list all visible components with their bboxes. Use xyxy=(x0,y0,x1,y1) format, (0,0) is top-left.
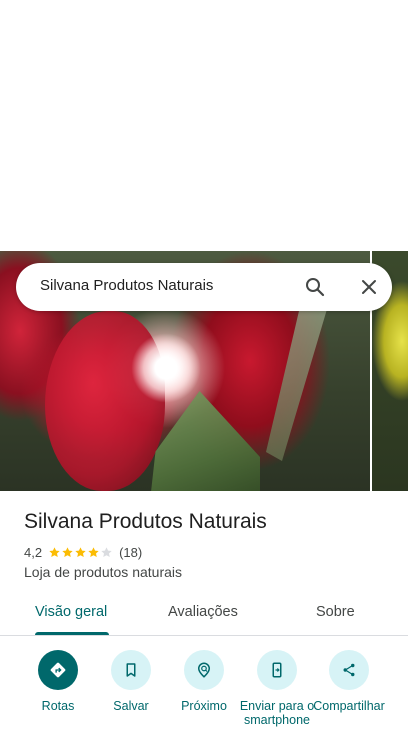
close-icon[interactable] xyxy=(357,275,381,299)
star-empty-icon xyxy=(101,546,112,557)
directions-button[interactable]: Rotas xyxy=(20,650,96,713)
map-area-blank xyxy=(0,0,408,251)
nearby-label: Próximo xyxy=(181,699,227,713)
rating-stars xyxy=(48,546,113,559)
bookmark-icon xyxy=(111,650,151,690)
nearby-button[interactable]: Próximo xyxy=(166,650,242,713)
rating-value: 4,2 xyxy=(24,544,43,560)
star-filled-icon xyxy=(88,546,99,557)
place-category: Loja de produtos naturais xyxy=(24,564,182,580)
search-bar[interactable]: Silvana Produtos Naturais xyxy=(16,263,392,311)
rating-row[interactable]: 4,2 (18) xyxy=(24,543,142,561)
place-title: Silvana Produtos Naturais xyxy=(24,510,267,533)
directions-icon xyxy=(38,650,78,690)
send-to-phone-button[interactable]: Enviar para o smartphone xyxy=(239,650,315,727)
reviews-count[interactable]: (18) xyxy=(119,545,142,560)
share-icon xyxy=(329,650,369,690)
nearby-icon xyxy=(184,650,224,690)
send-to-phone-label: Enviar para o smartphone xyxy=(239,699,315,727)
search-query-text[interactable]: Silvana Produtos Naturais xyxy=(40,277,213,294)
star-filled-icon xyxy=(49,546,60,557)
place-tabs: Visão geral Avaliações Sobre xyxy=(0,594,408,636)
save-label: Salvar xyxy=(113,699,149,713)
tab-about[interactable]: Sobre xyxy=(316,604,355,620)
active-tab-indicator xyxy=(35,632,109,635)
tab-overview[interactable]: Visão geral xyxy=(35,604,107,620)
directions-label: Rotas xyxy=(41,699,75,713)
save-button[interactable]: Salvar xyxy=(93,650,169,713)
star-filled-icon xyxy=(62,546,73,557)
tab-reviews[interactable]: Avaliações xyxy=(168,604,238,620)
photo-light-glare xyxy=(131,333,201,403)
photo-stem-detail xyxy=(150,391,260,491)
send-to-phone-icon xyxy=(257,650,297,690)
action-buttons-row: Rotas Salvar Próximo Enviar para o smart… xyxy=(0,650,408,742)
search-icon[interactable] xyxy=(303,275,327,299)
star-filled-icon xyxy=(75,546,86,557)
share-label: Compartilhar xyxy=(313,699,385,713)
share-button[interactable]: Compartilhar xyxy=(311,650,387,713)
